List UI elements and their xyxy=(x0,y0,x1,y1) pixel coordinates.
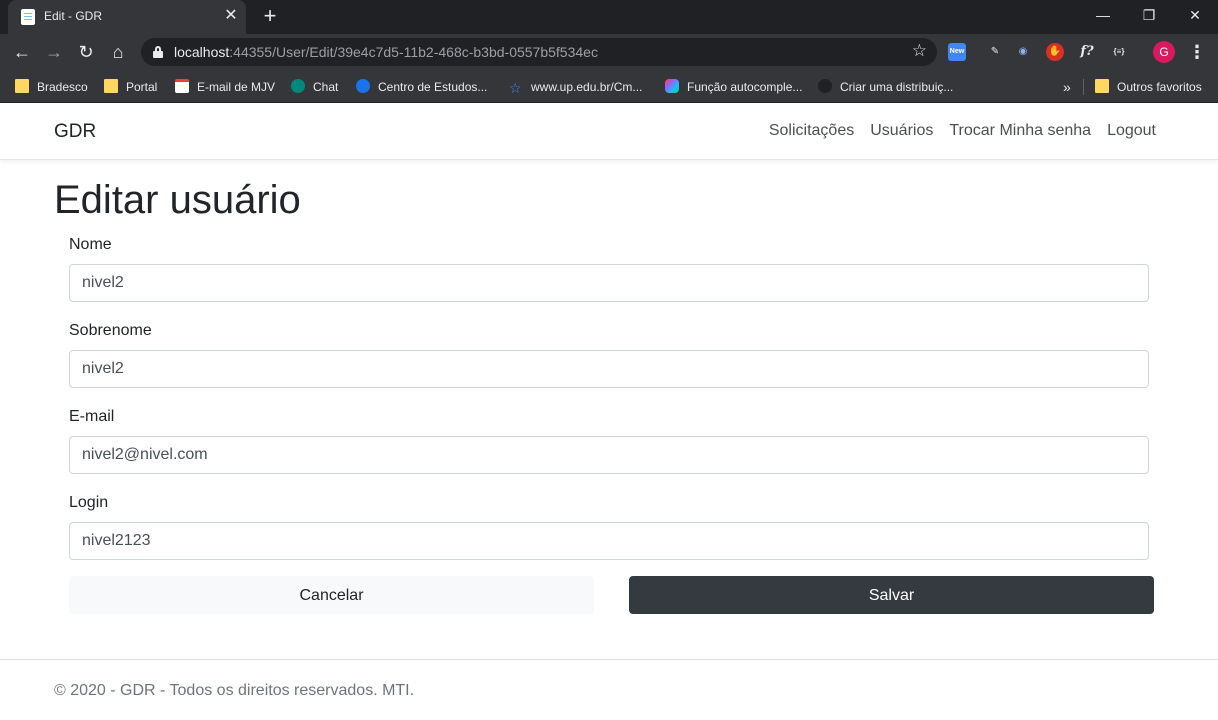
profile-avatar[interactable]: G xyxy=(1153,41,1175,63)
close-window-button[interactable]: ✕ xyxy=(1172,0,1218,32)
reload-icon[interactable]: ↻ xyxy=(73,39,99,65)
page-title: Editar usuário xyxy=(54,178,301,222)
url-text[interactable]: localhost:44355/User/Edit/39e4c7d5-11b2-… xyxy=(174,44,598,60)
bookmark-star-icon[interactable]: ☆ xyxy=(912,41,927,61)
footer-copyright: © 2020 - GDR - Todos os direitos reserva… xyxy=(54,682,415,699)
new-extension-icon[interactable]: New xyxy=(948,43,966,61)
save-button[interactable]: Salvar xyxy=(629,576,1154,614)
home-icon[interactable]: ⌂ xyxy=(105,39,131,65)
cem-icon xyxy=(356,79,370,93)
nav-logout[interactable]: Logout xyxy=(1107,122,1156,140)
close-tab-icon[interactable]: ✕ xyxy=(222,7,240,25)
function-extension-icon[interactable]: f? xyxy=(1078,43,1096,61)
forward-icon[interactable]: → xyxy=(41,39,67,65)
document-icon xyxy=(21,9,35,25)
browser-toolbar: ← → ↻ ⌂ localhost:44355/User/Edit/39e4c7… xyxy=(0,34,1218,70)
bookmark-criar-distribuicao[interactable]: Criar uma distribuiç... xyxy=(818,77,953,97)
figma-icon xyxy=(665,79,679,93)
login-label: Login xyxy=(69,494,109,511)
brand-logo[interactable]: GDR xyxy=(54,121,96,143)
nav-trocar-senha[interactable]: Trocar Minha senha xyxy=(949,122,1091,140)
new-tab-button[interactable]: + xyxy=(259,5,281,27)
bookmark-up-edu[interactable]: ☆ www.up.edu.br/Cm... xyxy=(509,77,642,97)
nav-usuarios[interactable]: Usuários xyxy=(870,122,933,140)
more-menu-icon[interactable]: ⋮ xyxy=(1187,39,1207,65)
other-bookmarks[interactable]: Outros favoritos xyxy=(1095,77,1202,97)
login-input[interactable] xyxy=(69,522,1149,560)
nome-label: Nome xyxy=(69,236,112,253)
json-extension-icon[interactable]: {≡} xyxy=(1110,43,1128,61)
star-icon: ☆ xyxy=(509,80,522,96)
bookmark-portal[interactable]: Portal xyxy=(104,77,157,97)
minimize-button[interactable]: — xyxy=(1080,0,1126,32)
lock-icon[interactable] xyxy=(153,46,163,58)
tab-title: Edit - GDR xyxy=(44,9,103,23)
browser-tab[interactable]: Edit - GDR ✕ xyxy=(8,0,246,34)
email-label: E-mail xyxy=(69,408,115,425)
pen-extension-icon[interactable]: ✎ xyxy=(986,43,1004,61)
back-icon[interactable]: ← xyxy=(9,39,35,65)
bookmark-email-mjv[interactable]: E-mail de MJV xyxy=(175,77,275,97)
shield-extension-icon[interactable]: ◉ xyxy=(1014,43,1032,61)
nome-input[interactable] xyxy=(69,264,1149,302)
sobrenome-input[interactable] xyxy=(69,350,1149,388)
folder-icon xyxy=(15,79,29,93)
bookmark-chat[interactable]: Chat xyxy=(291,77,338,97)
nav-links: Solicitações Usuários Trocar Minha senha… xyxy=(769,122,1156,140)
address-bar[interactable]: localhost:44355/User/Edit/39e4c7d5-11b2-… xyxy=(141,38,937,66)
browser-tab-bar: Edit - GDR ✕ + — ❐ ✕ xyxy=(0,0,1218,34)
page-footer: © 2020 - GDR - Todos os direitos reserva… xyxy=(0,659,1218,720)
bookmarks-bar: Bradesco Portal E-mail de MJV Chat Centr… xyxy=(0,70,1218,103)
sobrenome-label: Sobrenome xyxy=(69,322,152,339)
bookmark-divider xyxy=(1083,79,1084,95)
restore-button[interactable]: ❐ xyxy=(1126,0,1172,32)
more-bookmarks-icon[interactable]: » xyxy=(1063,77,1071,97)
app-navbar: GDR Solicitações Usuários Trocar Minha s… xyxy=(0,103,1218,160)
nav-solicitacoes[interactable]: Solicitações xyxy=(769,122,854,140)
cancel-button[interactable]: Cancelar xyxy=(69,576,594,614)
folder-icon xyxy=(104,79,118,93)
chat-icon xyxy=(291,79,305,93)
gmail-icon xyxy=(175,79,189,93)
email-input[interactable] xyxy=(69,436,1149,474)
bookmark-funcao-autocomple[interactable]: Função autocomple... xyxy=(665,77,802,97)
cloud-icon xyxy=(818,79,832,93)
bookmark-bradesco[interactable]: Bradesco xyxy=(15,77,88,97)
folder-icon xyxy=(1095,79,1109,93)
bookmark-centro-estudos[interactable]: Centro de Estudos... xyxy=(356,77,487,97)
hand-extension-icon[interactable]: ✋ xyxy=(1046,43,1064,61)
